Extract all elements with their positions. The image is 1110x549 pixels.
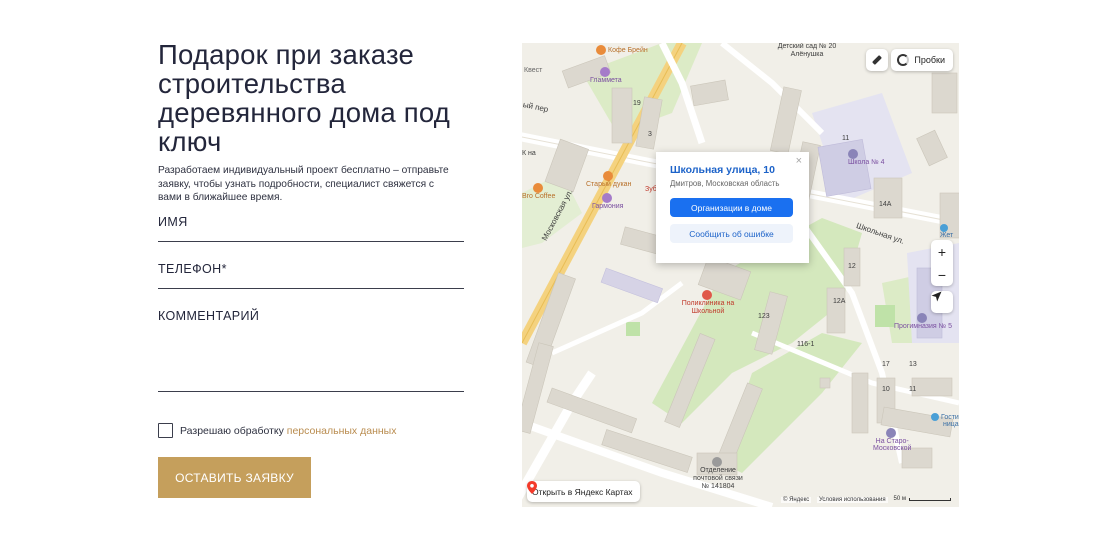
poi-label: Прогимназия № 5 [894, 323, 952, 330]
poi-kindergarten[interactable]: Детский сад № 20 Алёнушка [777, 43, 837, 59]
zoom-control: + − [931, 240, 953, 286]
consent-label: Разрешаю обработку [180, 424, 287, 437]
poi-label: Московской [873, 445, 912, 452]
poi-label: Гламмета [590, 77, 622, 84]
poi-zhet[interactable]: Жет [940, 224, 953, 239]
poi-polyclinic[interactable]: Поликлиника на Школьной [680, 290, 736, 316]
ruler-button[interactable] [866, 49, 888, 71]
poi-label: Поликлиника на Школьной [681, 300, 735, 315]
close-icon[interactable]: × [796, 155, 802, 167]
house-number: 11 [909, 386, 917, 393]
house-number: 13 [909, 361, 917, 368]
traffic-label: Пробки [914, 55, 945, 65]
consent-checkbox[interactable] [158, 423, 173, 438]
address-popup: × Школьная улица, 10 Дмитров, Московская… [656, 152, 809, 263]
submit-button[interactable]: ОСТАВИТЬ ЗАЯВКУ [158, 457, 311, 498]
house-number: 11 [842, 135, 850, 142]
report-error-button[interactable]: Сообщить об ошибке [670, 224, 793, 243]
terms-link[interactable]: Условия использования [817, 497, 888, 503]
open-in-yandex-maps-button[interactable]: Открыть в Яндекс Картах [527, 481, 640, 502]
house-number: 12А [833, 298, 846, 305]
location-arrow-icon [931, 291, 942, 302]
house-number: 14А [879, 201, 892, 208]
name-label: ИМЯ [158, 215, 188, 229]
map-pin-icon [527, 481, 537, 494]
house-number: 116-1 [797, 341, 815, 348]
post-icon [712, 457, 722, 467]
poi-school[interactable]: Школа № 4 [848, 149, 885, 166]
poi-bro-coffee[interactable]: Bro Coffee [522, 183, 555, 200]
ruler-icon [872, 55, 882, 65]
yandex-map[interactable]: Московская ул. Школьная ул. ый пер Кофе … [522, 43, 959, 507]
geolocation-button[interactable] [931, 291, 953, 313]
name-field[interactable]: ИМЯ [158, 213, 464, 242]
house-number: 12 [848, 263, 856, 270]
cafe-icon [596, 45, 606, 55]
poi-label: Отделение почтовой связи № 141804 [693, 467, 743, 490]
poi-label: На Старо- [875, 438, 909, 445]
copyright[interactable]: © Яндекс [781, 497, 812, 503]
house-number: 123 [758, 313, 770, 320]
poi-kna: К на [522, 150, 536, 157]
personal-data-link[interactable]: персональных данных [287, 425, 397, 437]
cafe-icon [532, 183, 543, 193]
poi-na-staro[interactable]: На Старо- Московской [873, 428, 911, 452]
consent-text: Разрешаю обработку персональных данных [180, 425, 396, 437]
poi-label: Жет [940, 232, 954, 239]
zoom-out-button[interactable]: − [931, 263, 953, 286]
traffic-button[interactable]: Пробки [891, 49, 953, 71]
poi-label: Гармония [592, 203, 624, 210]
hotel-icon [931, 413, 939, 421]
school-icon [886, 428, 897, 438]
open-in-yandex-label: Открыть в Яндекс Картах [532, 486, 633, 497]
poi-label: Кофе Брейн [608, 46, 648, 54]
shop-icon [599, 67, 610, 77]
house-number: 3 [648, 131, 652, 138]
zoom-in-button[interactable]: + [931, 240, 953, 263]
house-number: 17 [882, 361, 890, 368]
form-subtitle: Разработаем индивидуальный проект беспла… [158, 165, 449, 203]
comment-field[interactable]: КОММЕНТАРИЙ [158, 307, 464, 392]
school-icon [848, 149, 858, 159]
poi-garmonia[interactable]: Гармония [592, 193, 623, 210]
shop-icon [601, 193, 612, 203]
popup-subtitle: Дмитров, Московская область [670, 179, 780, 188]
poi-label: Детский сад № 20 Алёнушка [777, 43, 837, 58]
poi-label: Школа № 4 [848, 159, 885, 166]
house-number: 10 [882, 386, 890, 393]
poi-post-office[interactable]: Отделение почтовой связи № 141804 [690, 457, 746, 491]
scale-label: 50 м [893, 496, 906, 502]
info-icon [940, 224, 948, 232]
scale-line [909, 497, 951, 501]
house-number: 19 [633, 100, 641, 107]
scale-bar: 50 м [894, 496, 951, 502]
poi-stary-dukan[interactable]: Старый дукан [586, 171, 631, 188]
hospital-icon [702, 290, 712, 300]
phone-field[interactable]: ТЕЛЕФОН* [158, 260, 464, 289]
poi-kvest[interactable]: Квест [524, 67, 542, 74]
poi-glinda[interactable]: Гламмета [590, 67, 622, 84]
form-title: Подарок при заказе строительства деревян… [158, 39, 450, 157]
traffic-icon [897, 54, 910, 66]
school-icon [916, 313, 927, 323]
poi-label: Bro Coffee [522, 193, 556, 200]
comment-label: КОММЕНТАРИЙ [158, 309, 260, 323]
phone-label: ТЕЛЕФОН* [158, 262, 227, 276]
organizations-button[interactable]: Организации в доме [670, 198, 793, 217]
poi-progimnazia[interactable]: Прогимназия № 5 [894, 313, 952, 330]
poi-label: Старый дукан [586, 181, 632, 188]
restaurant-icon [602, 171, 613, 181]
poi-label: Гости [941, 413, 959, 421]
consent-row: Разрешаю обработку персональных данных [158, 423, 396, 438]
lead-form: Подарок при заказе строительства деревян… [158, 39, 468, 498]
poi-coffee-brain[interactable]: Кофе Брейн [596, 45, 648, 55]
poi-label: ница [943, 421, 959, 428]
popup-title[interactable]: Школьная улица, 10 [670, 164, 795, 176]
poi-gostinitsa[interactable]: Гости ница [931, 413, 959, 428]
